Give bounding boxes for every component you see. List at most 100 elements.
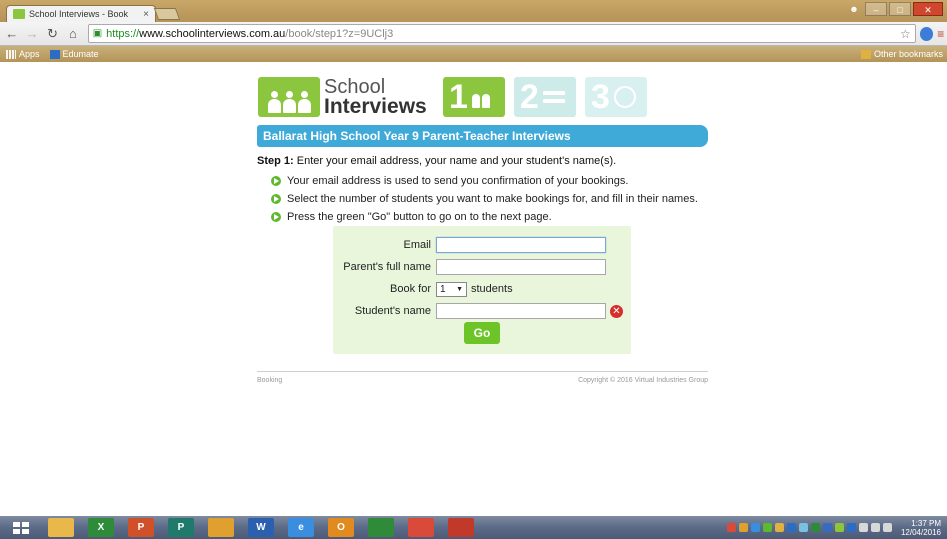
tab-close-icon[interactable]: × bbox=[143, 9, 149, 20]
email-label: Email bbox=[403, 239, 431, 251]
window-controls: ☻ – □ ✕ bbox=[845, 2, 943, 16]
step-3-number: 3 bbox=[591, 78, 610, 116]
logo-line1: School bbox=[324, 76, 386, 98]
green-arrow-icon bbox=[271, 194, 281, 204]
student-count-value: 1 bbox=[440, 283, 446, 295]
maximize-button[interactable]: □ bbox=[889, 2, 911, 16]
url-scheme: https:// bbox=[106, 27, 140, 40]
people-icon bbox=[471, 86, 494, 108]
email-field[interactable] bbox=[436, 237, 606, 253]
list-item: Select the number of students you want t… bbox=[271, 190, 698, 208]
back-arrow-icon[interactable]: ← bbox=[3, 26, 20, 41]
tray-icon[interactable] bbox=[774, 523, 784, 532]
taskbar-clock[interactable]: 1:37 PM 12/04/2016 bbox=[901, 519, 941, 537]
favicon-icon bbox=[13, 9, 25, 19]
tray-icon[interactable] bbox=[810, 523, 820, 532]
taskbar-apps: XPPWeO bbox=[34, 518, 474, 537]
go-button[interactable]: Go bbox=[464, 322, 500, 344]
remove-student-icon[interactable]: ✕ bbox=[610, 304, 623, 318]
site-header: School Interviews 1 2 3 bbox=[258, 77, 708, 119]
browser-tab[interactable]: School Interviews - Book × bbox=[6, 5, 156, 22]
student-name-field[interactable] bbox=[436, 303, 606, 319]
tray-icon[interactable] bbox=[846, 523, 856, 532]
parent-name-field[interactable] bbox=[436, 259, 606, 275]
green-app-icon[interactable] bbox=[368, 518, 394, 537]
reload-icon[interactable]: ↻ bbox=[44, 26, 61, 42]
tray-icon[interactable] bbox=[738, 523, 748, 532]
parent-name-label: Parent's full name bbox=[343, 261, 431, 273]
green-arrow-icon bbox=[271, 176, 281, 186]
excel-icon[interactable]: X bbox=[88, 518, 114, 537]
person-icon bbox=[282, 91, 296, 113]
clock-date: 12/04/2016 bbox=[900, 527, 941, 537]
bookmark-apps[interactable]: Apps bbox=[6, 49, 40, 59]
acrobat-icon[interactable] bbox=[448, 518, 474, 537]
footer-divider bbox=[257, 371, 708, 372]
step-1-number: 1 bbox=[449, 78, 468, 116]
flag-icon[interactable] bbox=[858, 523, 868, 532]
browser-toolbar: ← → ↻ ⌂ ▣ https:// www.schoolinterviews.… bbox=[0, 22, 947, 46]
apps-grid-icon bbox=[6, 49, 16, 59]
green-arrow-icon bbox=[271, 212, 281, 222]
bookmark-star-icon[interactable]: ☆ bbox=[900, 27, 911, 41]
user-icon[interactable]: ☻ bbox=[845, 2, 863, 16]
address-bar[interactable]: ▣ https:// www.schoolinterviews.com.au /… bbox=[87, 24, 916, 43]
list-item: Your email address is used to send you c… bbox=[271, 172, 698, 190]
tray-icon[interactable] bbox=[798, 523, 808, 532]
powerpoint-icon[interactable]: P bbox=[128, 518, 154, 537]
clock-icon bbox=[613, 86, 636, 108]
url-path: /book/step1?z=9UClj3 bbox=[285, 27, 394, 40]
windows-taskbar: XPPWeO 1:37 PM 12/04/2016 bbox=[0, 516, 947, 539]
tray-icon[interactable] bbox=[762, 523, 772, 532]
folder-icon bbox=[860, 49, 871, 59]
person-icon bbox=[267, 91, 281, 113]
email-row: Email bbox=[333, 236, 631, 254]
file-explorer-icon[interactable] bbox=[48, 518, 74, 537]
bookmark-edumate[interactable]: Edumate bbox=[49, 49, 99, 59]
publisher-icon[interactable]: P bbox=[168, 518, 194, 537]
volume-icon[interactable] bbox=[882, 523, 892, 532]
step-instructions: Step 1: Enter your email address, your n… bbox=[257, 155, 616, 167]
minimize-button[interactable]: – bbox=[865, 2, 887, 16]
new-tab-button[interactable] bbox=[153, 8, 181, 20]
students-suffix: students bbox=[471, 283, 513, 295]
browser-chrome: School Interviews - Book × ☻ – □ ✕ ← → ↻… bbox=[0, 0, 947, 62]
bookmarks-bar: Apps Edumate Other bookmarks bbox=[0, 46, 947, 62]
word-icon[interactable]: W bbox=[248, 518, 274, 537]
footer-booking: Booking bbox=[257, 377, 283, 384]
home-icon[interactable]: ⌂ bbox=[64, 26, 81, 41]
book-for-row: Book for 1 ▼ students bbox=[333, 280, 631, 298]
start-button-windows-icon[interactable] bbox=[8, 519, 34, 537]
folder-icon[interactable] bbox=[208, 518, 234, 537]
booking-form: Email Parent's full name Book for 1 ▼ st… bbox=[333, 226, 631, 354]
logo-wordmark: School Interviews bbox=[324, 77, 427, 117]
forward-arrow-icon[interactable]: → bbox=[23, 26, 40, 41]
clock-time: 1:37 PM bbox=[911, 518, 941, 528]
step-3-indicator: 3 bbox=[585, 77, 647, 117]
page-title: Ballarat High School Year 9 Parent-Teach… bbox=[257, 125, 708, 147]
menu-icon[interactable]: ≡ bbox=[937, 27, 947, 41]
chrome-icon[interactable] bbox=[408, 518, 434, 537]
edumate-icon bbox=[49, 49, 60, 59]
list-item-text: Press the green "Go" button to go on to … bbox=[287, 211, 552, 223]
system-tray: 1:37 PM 12/04/2016 bbox=[726, 519, 947, 537]
tray-icon[interactable] bbox=[822, 523, 832, 532]
extension-icon[interactable] bbox=[919, 26, 934, 41]
tray-icon[interactable] bbox=[726, 523, 736, 532]
tray-icon[interactable] bbox=[834, 523, 844, 532]
list-item-text: Select the number of students you want t… bbox=[287, 193, 698, 205]
outlook-icon[interactable]: O bbox=[328, 518, 354, 537]
step-text: Enter your email address, your name and … bbox=[293, 155, 617, 167]
bookmark-apps-label: Apps bbox=[19, 49, 40, 59]
other-bookmarks[interactable]: Other bookmarks bbox=[860, 49, 943, 59]
close-window-button[interactable]: ✕ bbox=[913, 2, 943, 16]
list-item: Press the green "Go" button to go on to … bbox=[271, 208, 698, 226]
tray-icon[interactable] bbox=[786, 523, 796, 532]
other-bookmarks-label: Other bookmarks bbox=[873, 49, 943, 59]
step-1-indicator: 1 bbox=[443, 77, 505, 117]
network-icon[interactable] bbox=[870, 523, 880, 532]
tray-icon[interactable] bbox=[750, 523, 760, 532]
student-count-select[interactable]: 1 ▼ bbox=[436, 281, 467, 297]
internet-explorer-icon[interactable]: e bbox=[288, 518, 314, 537]
student-name-row: Student's name ✕ bbox=[333, 302, 631, 320]
